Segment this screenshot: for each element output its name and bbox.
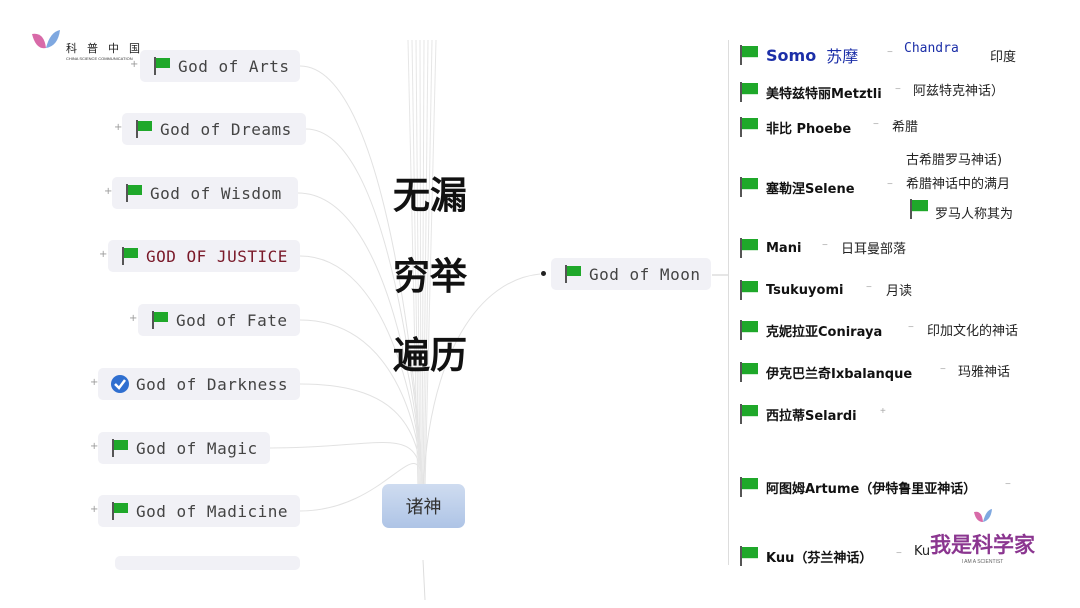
flag-icon [910,199,928,219]
moon-child-node[interactable]: 美特兹特丽Metztli [738,79,882,105]
node-label: Tsukuyomi [766,282,844,298]
watermark-text: 我是科学家 [930,532,1035,557]
node-label: 克妮拉亚Coniraya [766,324,883,340]
node-label: Kuu（芬兰神话） [766,550,873,566]
moon-child-node[interactable]: 伊克巴兰奇Ixbalanque [738,359,912,385]
node-label: Mani [766,240,802,256]
flag-icon [740,82,758,102]
moon-child-node[interactable]: 塞勒涅Selene [738,174,855,200]
note-node[interactable]: Ku [914,544,930,559]
flag-icon [740,404,758,424]
watermark: 我是科学家 I AM A SCIENTIST [930,508,1035,565]
collapse-button[interactable]: − [908,322,914,333]
butterfly-logo-icon [973,509,992,522]
note-node[interactable]: 月读 [886,280,912,299]
collapse-button[interactable]: − [1005,479,1011,490]
note-node[interactable]: 希腊神话中的满月 [906,173,1010,192]
note-node[interactable]: 日耳曼部落 [841,238,906,257]
moon-child-node[interactable]: Tsukuyomi [738,277,843,303]
node-label: 塞勒涅Selene [766,181,855,197]
moon-child-node[interactable]: Mani [738,235,801,261]
note-node[interactable]: Chandra [904,41,959,56]
node-label: 伊克巴兰奇Ixbalanque [766,366,913,382]
node-label-cn: 苏摩 [826,47,859,66]
flag-icon [740,45,758,65]
node-label: 西拉蒂Selardi [766,408,857,424]
collapse-button[interactable]: − [873,119,879,130]
collapse-button[interactable]: − [822,240,828,251]
note-node[interactable]: 印度 [990,46,1016,65]
collapse-button[interactable]: − [895,84,901,95]
note-node[interactable]: 阿兹特克神话） [913,80,1004,99]
flag-icon [740,238,758,258]
moon-child-node[interactable]: 西拉蒂Selardi [738,401,857,427]
node-label: 非比 Phoebe [766,121,852,137]
flag-icon-wrap [908,198,930,225]
moon-child-node[interactable]: Somo 苏摩 [738,42,858,68]
collapse-button[interactable]: − [940,364,946,375]
moon-child-node[interactable]: 阿图姆Artume（伊特鲁里亚神话） [738,474,976,500]
note-node[interactable]: 玛雅神话 [958,361,1010,380]
moon-child-node[interactable]: 非比 Phoebe [738,114,851,140]
flag-icon [740,320,758,340]
node-label: 阿图姆Artume（伊特鲁里亚神话） [766,481,977,497]
flag-icon [740,280,758,300]
flag-icon [740,546,758,566]
node-label: 美特兹特丽Metztli [766,86,882,102]
moon-child-node[interactable]: 克妮拉亚Coniraya [738,317,882,343]
moon-child-node[interactable]: Kuu（芬兰神话） [738,543,872,569]
note-node[interactable]: 希腊 [892,116,918,135]
collapse-button[interactable]: − [887,47,893,58]
note-node[interactable]: 古希腊罗马神话) [906,149,1002,168]
watermark-subtitle: I AM A SCIENTIST [961,559,1004,565]
node-label: Somo [766,45,817,65]
note-node[interactable]: 印加文化的神话 [927,320,1018,339]
collapse-button[interactable]: − [896,548,902,559]
flag-icon [740,177,758,197]
note-node[interactable]: 罗马人称其为 [935,203,1013,222]
expand-button[interactable]: + [880,406,886,417]
flag-icon [740,117,758,137]
flag-icon [740,477,758,497]
collapse-button[interactable]: − [866,282,872,293]
collapse-button[interactable]: − [887,179,893,190]
flag-icon [740,362,758,382]
